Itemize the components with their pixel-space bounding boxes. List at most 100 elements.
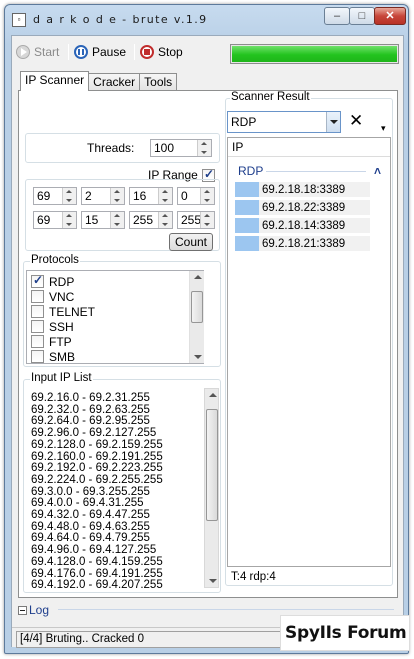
result-group-header[interactable]: RDP <box>238 164 263 178</box>
range-start-octet-1[interactable]: 69 <box>33 187 77 205</box>
protocol-item-rdp[interactable]: RDP <box>31 273 74 289</box>
protocols-list: RDP VNC TELNET SSH FTP SMB <box>26 270 204 364</box>
toolbar-separator <box>134 44 135 60</box>
scroll-up-icon[interactable] <box>194 275 202 279</box>
threads-label: Threads: <box>87 141 135 155</box>
pause-icon <box>74 45 88 59</box>
close-button[interactable]: ✕ <box>374 7 406 25</box>
octet-spin-buttons[interactable] <box>62 188 76 204</box>
combo-dropdown-icon[interactable] <box>326 112 340 132</box>
client-area: Start Pause Stop IP Scanner Cracker Tool… <box>11 35 404 648</box>
protocol-item-smb[interactable]: SMB <box>31 349 75 364</box>
octet-spin-buttons[interactable] <box>110 212 124 228</box>
log-divider <box>58 609 394 610</box>
pause-button[interactable]: Pause <box>74 44 126 60</box>
octet-spin-buttons[interactable] <box>200 212 214 228</box>
toolbar: Start Pause Stop <box>12 36 403 66</box>
collapse-group-icon[interactable]: ˄ <box>374 164 381 178</box>
clear-filter-icon[interactable]: ✕ <box>349 111 363 131</box>
protocol-label: FTP <box>49 334 72 349</box>
range-end-octet-2[interactable]: 15 <box>81 211 125 229</box>
result-item[interactable]: 69.2.18.14:3389 <box>235 218 370 233</box>
range-start-octet-2[interactable]: 2 <box>81 187 125 205</box>
watermark: SpyIIs Forum <box>280 615 410 651</box>
progress-fill <box>232 46 397 62</box>
protocol-item-vnc[interactable]: VNC <box>31 289 74 304</box>
log-expander[interactable]: Log <box>18 603 49 617</box>
protocol-checkbox[interactable] <box>31 335 44 348</box>
scroll-thumb[interactable] <box>206 409 218 521</box>
scroll-down-icon[interactable] <box>209 579 217 583</box>
host-icon <box>235 200 259 215</box>
title-bar[interactable]: ▫ d a r k o d e - brute v.1.9 – □ ✕ <box>5 5 408 35</box>
octet-spin-buttons[interactable] <box>158 188 172 204</box>
count-button[interactable]: Count <box>169 233 213 251</box>
result-ip: 69.2.18.22:3389 <box>262 201 346 214</box>
host-icon <box>235 182 259 197</box>
stop-icon <box>140 45 154 59</box>
protocol-label: SSH <box>49 319 74 334</box>
stop-label: Stop <box>158 45 183 59</box>
ip-column-header[interactable]: IP <box>228 138 390 157</box>
octet-spin-buttons[interactable] <box>110 188 124 204</box>
threads-spin-buttons[interactable] <box>197 140 211 156</box>
protocol-checkbox[interactable] <box>31 273 44 288</box>
octet-value: 16 <box>133 189 147 203</box>
protocol-item-telnet[interactable]: TELNET <box>31 304 95 319</box>
input-ip-list[interactable]: 69.2.16.0 - 69.2.31.255 69.2.32.0 - 69.2.… <box>26 388 214 588</box>
scroll-thumb[interactable] <box>191 291 203 323</box>
protocol-checkbox[interactable] <box>31 290 44 303</box>
range-start-octet-4[interactable]: 0 <box>177 187 215 205</box>
stop-button[interactable]: Stop <box>140 44 183 60</box>
scanner-result-title: Scanner Result <box>230 91 311 103</box>
range-end-octet-4[interactable]: 255 <box>177 211 215 229</box>
octet-spin-buttons[interactable] <box>62 212 76 228</box>
tab-cracker[interactable]: Cracker <box>88 73 141 91</box>
ip-range-row[interactable]: 69.4.192.0 - 69.4.207.255 <box>31 579 163 588</box>
octet-spin-buttons[interactable] <box>158 212 172 228</box>
pause-label: Pause <box>92 45 127 59</box>
minimize-button[interactable]: – <box>324 7 350 25</box>
octet-value: 69 <box>37 213 51 227</box>
protocol-checkbox[interactable] <box>31 305 44 318</box>
scroll-down-icon[interactable] <box>194 355 202 359</box>
result-list[interactable]: IP RDP ˄ 69.2.18.18:3389 69.2.18.22:3389… <box>227 137 391 567</box>
ip-list-scrollbar[interactable] <box>204 388 219 588</box>
result-ip: 69.2.18.21:3389 <box>262 237 346 250</box>
result-item[interactable]: 69.2.18.18:3389 <box>235 182 370 197</box>
threads-value: 100 <box>154 141 175 155</box>
maximize-button[interactable]: □ <box>349 7 375 25</box>
octet-value: 15 <box>85 213 99 227</box>
scanner-result-group: Scanner Result RDP ✕ ▾ IP RDP ˄ 69.2.18.… <box>225 91 393 586</box>
protocol-checkbox[interactable] <box>31 320 44 333</box>
input-ip-list-title: Input IP List <box>30 372 93 384</box>
result-item[interactable]: 69.2.18.21:3389 <box>235 236 370 251</box>
protocols-scrollbar[interactable] <box>189 271 204 363</box>
result-menu-icon[interactable]: ▾ <box>381 123 386 134</box>
octet-value: 69 <box>37 189 51 203</box>
octet-spin-buttons[interactable] <box>200 188 214 204</box>
host-icon <box>235 218 259 233</box>
tab-tools[interactable]: Tools <box>139 73 178 91</box>
range-end-octet-1[interactable]: 69 <box>33 211 77 229</box>
range-start-octet-3[interactable]: 16 <box>129 187 173 205</box>
protocol-label: VNC <box>49 289 75 304</box>
result-item[interactable]: 69.2.18.22:3389 <box>235 200 370 215</box>
result-filter-combo[interactable]: RDP <box>227 111 341 133</box>
app-window: ▫ d a r k o d e - brute v.1.9 – □ ✕ Star… <box>4 4 409 654</box>
protocol-item-ssh[interactable]: SSH <box>31 319 74 334</box>
tab-ip-scanner[interactable]: IP Scanner <box>20 71 90 91</box>
protocols-group: Protocols RDP VNC TELNET SSH FTP SMB <box>23 254 221 367</box>
range-end-octet-3[interactable]: 255 <box>129 211 173 229</box>
input-ip-list-group: Input IP List 69.2.16.0 - 69.2.31.255 69.… <box>23 372 221 593</box>
result-status: T:4 rdp:4 <box>231 571 276 583</box>
protocol-label: SMB <box>49 349 76 364</box>
threads-stepper[interactable]: 100 <box>150 139 212 157</box>
protocol-checkbox[interactable] <box>31 350 44 363</box>
collapse-icon[interactable] <box>18 605 27 615</box>
protocol-label: TELNET <box>49 304 96 319</box>
protocol-item-ftp[interactable]: FTP <box>31 334 72 349</box>
scroll-up-icon[interactable] <box>209 393 217 397</box>
start-button[interactable]: Start <box>16 44 59 60</box>
octet-value: 2 <box>85 189 92 203</box>
